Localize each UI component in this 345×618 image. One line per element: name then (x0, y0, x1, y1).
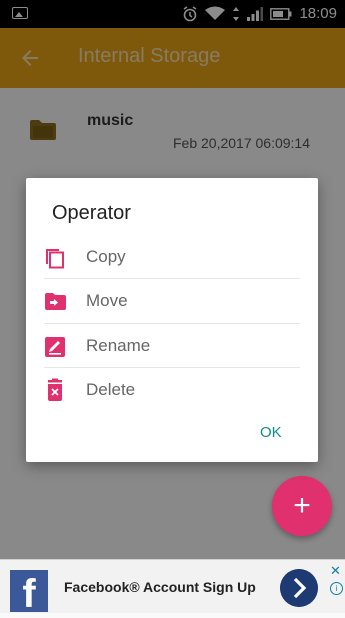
close-icon[interactable]: ✕ (330, 563, 341, 579)
move-label: Move (86, 291, 128, 310)
dialog-title: Operator (52, 202, 131, 224)
delete-option[interactable]: Delete (26, 368, 318, 412)
chevron-right-icon[interactable] (280, 569, 318, 607)
ad-text[interactable]: Facebook® Account Sign Up (64, 579, 256, 595)
ok-button[interactable]: OK (260, 424, 282, 441)
add-button[interactable]: + (272, 476, 332, 536)
copy-icon (46, 249, 64, 269)
info-icon[interactable]: i (330, 582, 343, 595)
move-icon (45, 293, 66, 310)
plus-icon: + (293, 489, 311, 522)
operator-dialog: Operator Copy Move Rename Delete OK (26, 178, 318, 462)
copy-option[interactable]: Copy (26, 235, 318, 279)
move-option[interactable]: Move (26, 279, 318, 323)
facebook-logo-icon: f (10, 570, 48, 616)
rename-option[interactable]: Rename (26, 324, 318, 368)
copy-label: Copy (86, 247, 126, 266)
ad-banner[interactable]: f Facebook® Account Sign Up ✕ i (0, 559, 345, 616)
rename-label: Rename (86, 336, 151, 355)
rename-icon (45, 337, 65, 357)
delete-label: Delete (86, 380, 136, 399)
facebook-logo-letter: f (22, 572, 36, 616)
delete-icon (48, 378, 62, 401)
